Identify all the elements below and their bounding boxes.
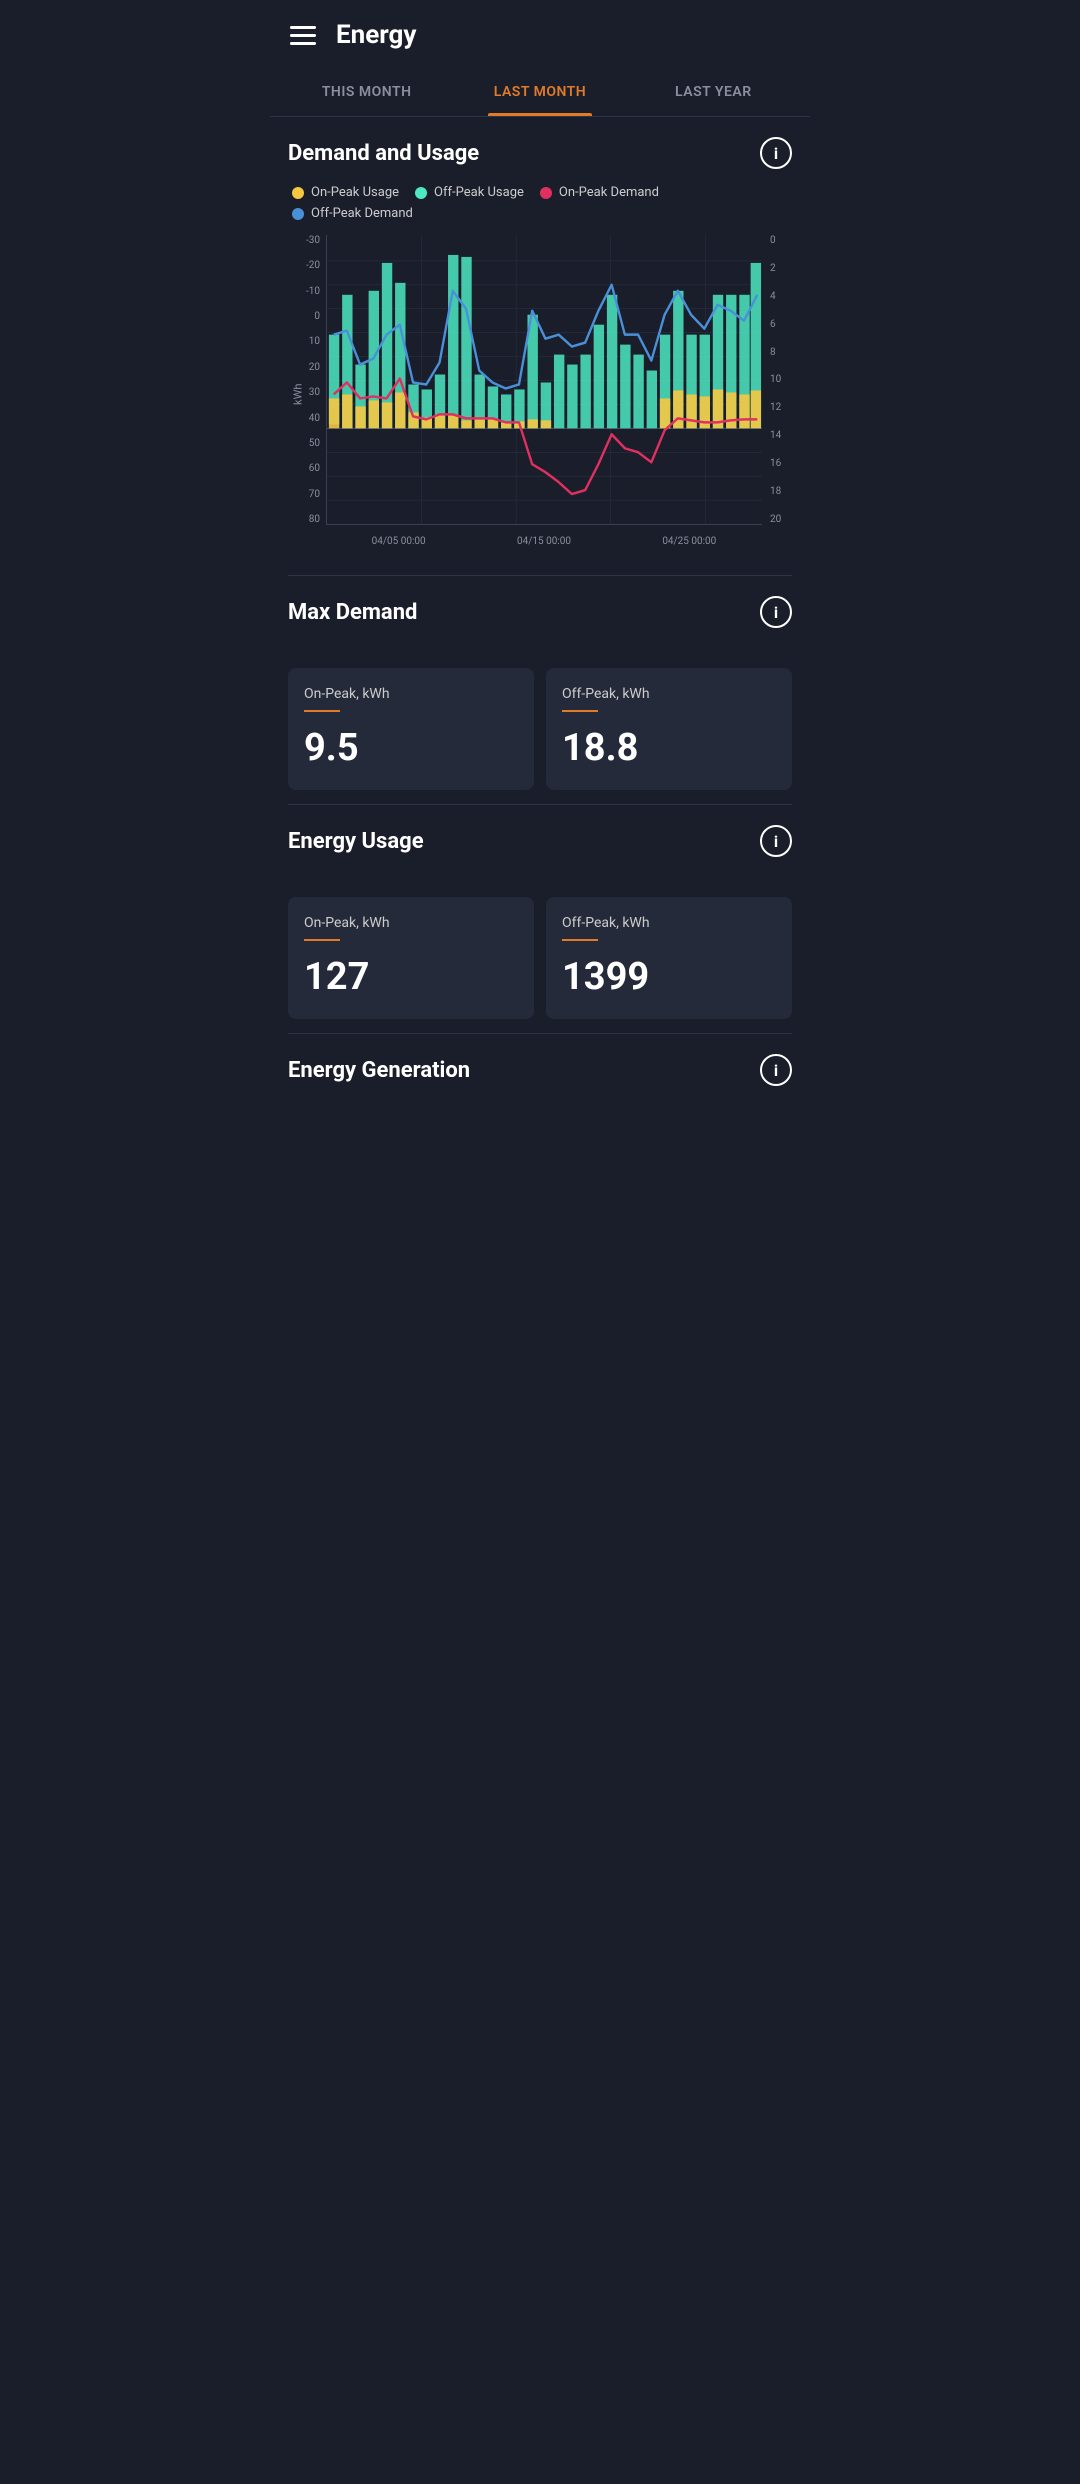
energy-usage-off-peak-label: Off-Peak, kWh bbox=[562, 915, 650, 931]
page-title: Energy bbox=[336, 20, 416, 50]
tab-bar: THIS MONTH LAST MONTH LAST YEAR bbox=[270, 66, 810, 117]
energy-generation-title: Energy Generation bbox=[288, 1058, 470, 1083]
energy-usage-on-peak-card: On-Peak, kWh 127 bbox=[288, 897, 534, 1019]
chart-svg bbox=[327, 235, 762, 524]
off-peak-demand-dot bbox=[292, 208, 304, 220]
energy-usage-section: Energy Usage i bbox=[270, 805, 810, 883]
max-demand-header: Max Demand i bbox=[288, 596, 792, 628]
energy-usage-on-peak-underline bbox=[304, 939, 340, 941]
x-label-3: 04/25 00:00 bbox=[662, 536, 716, 547]
on-peak-usage-dot bbox=[292, 187, 304, 199]
off-peak-demand-label: Off-Peak Demand bbox=[311, 206, 413, 221]
max-demand-on-peak-underline bbox=[304, 710, 340, 712]
legend-on-peak-usage: On-Peak Usage bbox=[292, 185, 399, 200]
max-demand-off-peak-label: Off-Peak, kWh bbox=[562, 686, 650, 702]
max-demand-off-peak-card: Off-Peak, kWh 18.8 bbox=[546, 668, 792, 790]
x-label-2: 04/15 00:00 bbox=[517, 536, 571, 547]
tab-this-month[interactable]: THIS MONTH bbox=[280, 66, 453, 116]
max-demand-section: Max Demand i bbox=[270, 576, 810, 654]
on-peak-demand-label: On-Peak Demand bbox=[559, 185, 659, 200]
off-peak-usage-dot bbox=[415, 187, 427, 199]
tab-last-month[interactable]: LAST MONTH bbox=[453, 66, 626, 116]
demand-usage-section: Demand and Usage i On-Peak Usage Off-Pea… bbox=[270, 117, 810, 575]
demand-usage-chart: kWh 80 70 60 50 40 30 20 10 0 -10 -20 -3… bbox=[288, 235, 792, 555]
app-header: Energy bbox=[270, 0, 810, 66]
x-axis: 04/05 00:00 04/15 00:00 04/25 00:00 bbox=[326, 527, 762, 555]
tab-last-year[interactable]: LAST YEAR bbox=[627, 66, 800, 116]
legend-off-peak-usage: Off-Peak Usage bbox=[415, 185, 524, 200]
on-peak-usage-label: On-Peak Usage bbox=[311, 185, 399, 200]
max-demand-title: Max Demand bbox=[288, 600, 417, 625]
max-demand-on-peak-label: On-Peak, kWh bbox=[304, 686, 390, 702]
energy-generation-section: Energy Generation i bbox=[270, 1034, 810, 1112]
chart-plot-area bbox=[326, 235, 762, 525]
energy-usage-off-peak-card: Off-Peak, kWh 1399 bbox=[546, 897, 792, 1019]
y-axis-right: 20 18 16 14 12 10 8 6 4 2 0 bbox=[766, 235, 792, 525]
max-demand-info-button[interactable]: i bbox=[760, 596, 792, 628]
energy-usage-on-peak-label: On-Peak, kWh bbox=[304, 915, 390, 931]
energy-usage-off-peak-underline bbox=[562, 939, 598, 941]
on-peak-demand-dot bbox=[540, 187, 552, 199]
energy-usage-header: Energy Usage i bbox=[288, 825, 792, 857]
max-demand-on-peak-value: 9.5 bbox=[304, 726, 359, 770]
max-demand-off-peak-value: 18.8 bbox=[562, 726, 638, 770]
energy-generation-info-button[interactable]: i bbox=[760, 1054, 792, 1086]
energy-usage-off-peak-value: 1399 bbox=[562, 955, 649, 999]
demand-usage-title: Demand and Usage bbox=[288, 141, 479, 166]
energy-generation-header: Energy Generation i bbox=[288, 1054, 792, 1086]
off-peak-usage-label: Off-Peak Usage bbox=[434, 185, 524, 200]
demand-usage-info-button[interactable]: i bbox=[760, 137, 792, 169]
demand-usage-header: Demand and Usage i bbox=[288, 137, 792, 169]
y-axis-left: 80 70 60 50 40 30 20 10 0 -10 -20 -30 bbox=[288, 235, 324, 525]
energy-usage-on-peak-value: 127 bbox=[304, 955, 369, 999]
chart-legend: On-Peak Usage Off-Peak Usage On-Peak Dem… bbox=[288, 185, 792, 221]
legend-on-peak-demand: On-Peak Demand bbox=[540, 185, 659, 200]
max-demand-cards: On-Peak, kWh 9.5 Off-Peak, kWh 18.8 bbox=[270, 654, 810, 804]
energy-usage-title: Energy Usage bbox=[288, 829, 424, 854]
energy-usage-info-button[interactable]: i bbox=[760, 825, 792, 857]
max-demand-on-peak-card: On-Peak, kWh 9.5 bbox=[288, 668, 534, 790]
x-label-1: 04/05 00:00 bbox=[372, 536, 426, 547]
menu-button[interactable] bbox=[290, 26, 316, 45]
energy-usage-cards: On-Peak, kWh 127 Off-Peak, kWh 1399 bbox=[270, 883, 810, 1033]
max-demand-off-peak-underline bbox=[562, 710, 598, 712]
legend-off-peak-demand: Off-Peak Demand bbox=[292, 206, 413, 221]
